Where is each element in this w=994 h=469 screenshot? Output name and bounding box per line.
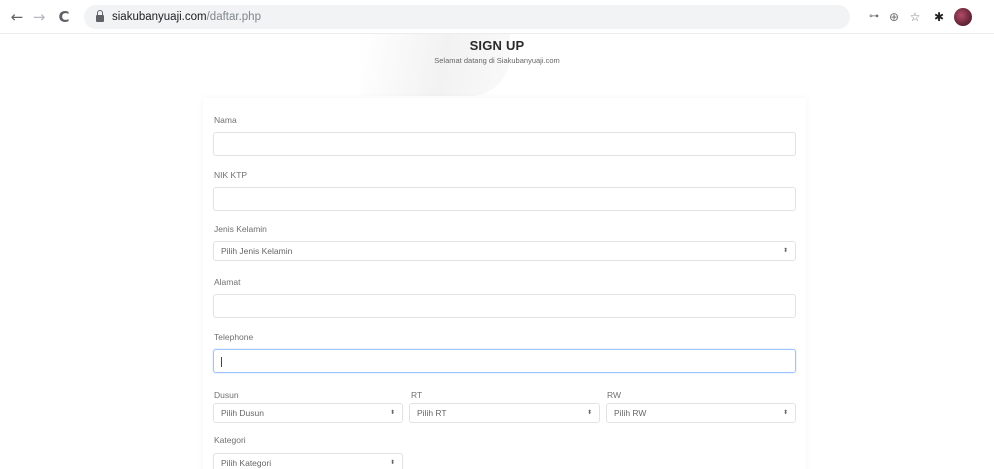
select-arrows-icon: ⬍	[389, 409, 395, 416]
url-path: /daftar.php	[206, 11, 261, 23]
dusun-select[interactable]: Pilih Dusun ⬍	[213, 403, 403, 423]
jenis-kelamin-select[interactable]: Pilih Jenis Kelamin ⬍	[213, 241, 796, 261]
signup-form: Nama NIK KTP Jenis Kelamin Pilih Jenis K…	[203, 98, 806, 469]
nik-input[interactable]	[213, 187, 796, 211]
page-title: SIGN UP	[469, 38, 525, 53]
zoom-icon[interactable]: ⊕	[886, 9, 902, 25]
dusun-label: Dusun	[214, 390, 239, 400]
telephone-input[interactable]	[213, 349, 796, 373]
jenis-kelamin-selected: Pilih Jenis Kelamin	[221, 246, 293, 256]
nama-input[interactable]	[213, 132, 796, 156]
nik-label: NIK KTP	[214, 170, 248, 180]
rw-select[interactable]: Pilih RW ⬍	[606, 403, 796, 423]
select-arrows-icon: ⬍	[782, 409, 788, 416]
page-content: SIGN UP Selamat datang di Siakubanyuaji.…	[0, 34, 994, 469]
text-caret	[221, 356, 222, 367]
kategori-label: Kategori	[214, 435, 246, 445]
rw-selected: Pilih RW	[614, 408, 647, 418]
star-icon[interactable]: ☆	[907, 9, 923, 25]
extensions-puzzle-icon[interactable]: ✱	[931, 9, 947, 25]
kategori-select[interactable]: Pilih Kategori ⬍	[213, 453, 403, 469]
jenis-kelamin-label: Jenis Kelamin	[214, 224, 267, 234]
lock-icon[interactable]	[96, 10, 104, 23]
rt-select[interactable]: Pilih RT ⬍	[409, 403, 600, 423]
select-arrows-icon: ⬍	[782, 247, 788, 254]
reload-icon[interactable]: C	[55, 8, 73, 26]
back-arrow-icon[interactable]: ←	[8, 8, 26, 26]
telephone-label: Telephone	[214, 332, 254, 342]
select-arrows-icon: ⬍	[389, 459, 395, 466]
rt-selected: Pilih RT	[417, 408, 447, 418]
browser-toolbar: ← → C siakubanyuaji.com/daftar.php ⊶ ⊕ ☆…	[0, 0, 994, 34]
select-arrows-icon: ⬍	[586, 409, 592, 416]
rw-label: RW	[607, 390, 622, 400]
profile-avatar[interactable]	[954, 8, 972, 26]
dusun-selected: Pilih Dusun	[221, 408, 264, 418]
nama-label: Nama	[214, 115, 237, 125]
url-host: siakubanyuaji.com	[112, 11, 207, 23]
key-icon[interactable]: ⊶	[866, 9, 882, 25]
kategori-selected: Pilih Kategori	[221, 458, 272, 468]
address-bar[interactable]: siakubanyuaji.com/daftar.php	[84, 5, 850, 29]
alamat-input[interactable]	[213, 294, 796, 318]
address-url[interactable]: siakubanyuaji.com/daftar.php	[112, 10, 261, 24]
rt-label: RT	[411, 390, 423, 400]
forward-arrow-icon[interactable]: →	[30, 8, 48, 26]
page-subtitle: Selamat datang di Siakubanyuaji.com	[434, 56, 560, 65]
alamat-label: Alamat	[214, 277, 241, 287]
